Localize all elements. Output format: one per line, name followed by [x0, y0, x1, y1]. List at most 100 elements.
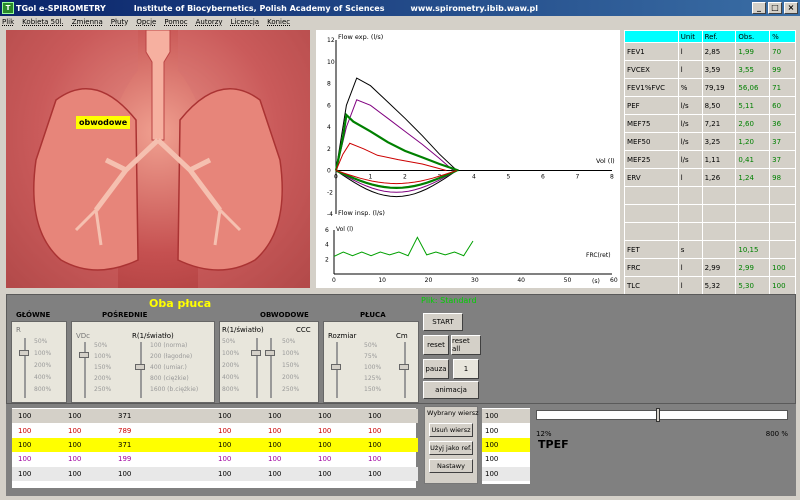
tpef-label: TPEF — [538, 438, 569, 451]
group-obwodowe: OBWODOWE R(1/światło) CCC 50% 100% 200% … — [219, 311, 319, 403]
animation-button[interactable]: animacja — [423, 381, 479, 399]
table-cell: 8,50 — [701, 96, 737, 115]
col-header-unit: Unit — [677, 30, 703, 43]
slider-cm[interactable] — [404, 342, 406, 398]
col-header-param — [624, 30, 679, 43]
slider-obw-r[interactable] — [256, 338, 258, 398]
slider-rozmiar[interactable] — [336, 342, 338, 398]
y-tick-label: 8 — [327, 81, 331, 88]
slider-knob[interactable] — [135, 364, 145, 370]
menu-licencja[interactable]: Licencja — [231, 18, 260, 26]
tick-label: 400% — [34, 374, 52, 381]
settings-button[interactable]: Nastawy — [429, 459, 473, 473]
table-cell: FEV1%FVC — [624, 78, 679, 97]
slider-label: R — [16, 326, 21, 334]
menu-zmienna[interactable]: Zmienna — [72, 18, 103, 26]
grid-cell: 100 — [68, 427, 82, 435]
y-tick-label: 2 — [327, 146, 331, 153]
slider-obw-c[interactable] — [270, 338, 272, 398]
delete-row-button[interactable]: Usuń wiersz — [429, 423, 473, 437]
slider-knob[interactable] — [79, 352, 89, 358]
side-cell[interactable]: 100 — [482, 452, 530, 466]
tgol-icon[interactable]: T — [2, 2, 14, 14]
menu-koniec[interactable]: Koniec — [267, 18, 290, 26]
table-row: TLC l 5,32 5,30 100 — [624, 276, 796, 295]
slider-r[interactable] — [24, 338, 26, 398]
maximize-button[interactable]: □ — [768, 2, 782, 14]
slider-knob[interactable] — [265, 350, 275, 356]
side-cell[interactable]: 100 — [482, 438, 530, 452]
table-row[interactable]: 100 100 100 100 100 100 100 — [12, 467, 418, 481]
table-row[interactable]: 100 100 371 100 100 100 100 — [12, 409, 418, 423]
side-cell[interactable]: 100 — [482, 424, 530, 438]
table-cell: FVCEX — [624, 60, 679, 79]
grid-cell — [162, 424, 212, 438]
grid-cell: 100 — [18, 470, 32, 478]
menu-opcje[interactable]: Opcje — [136, 18, 156, 26]
tpef-slider-thumb[interactable] — [655, 408, 660, 422]
table-row[interactable]: 100 100 199 100 100 100 100 — [12, 452, 418, 466]
grid-cell: 100 — [368, 412, 382, 420]
table-cell: 79,19 — [701, 78, 737, 97]
table-row[interactable]: 100 100 371 100 100 100 100 — [12, 438, 418, 452]
lung-illustration[interactable]: obwodowe — [6, 30, 310, 288]
menu-pluty[interactable]: Płuty — [111, 18, 129, 26]
table-cell: FRC — [624, 258, 679, 277]
table-cell: l — [677, 258, 703, 277]
slider-label: VDc — [76, 332, 91, 340]
menu-plik[interactable]: Plik — [2, 18, 14, 26]
grid-cell: 100 — [268, 412, 282, 420]
table-cell — [677, 222, 703, 241]
grid-cell: 100 — [68, 441, 82, 449]
reset-all-button[interactable]: reset all — [451, 335, 481, 355]
use-as-ref-button[interactable]: Użyj jako ref. — [429, 441, 473, 455]
table-cell: l — [677, 42, 703, 61]
table-cell: FET — [624, 240, 679, 259]
tick-label: 800% — [34, 386, 52, 393]
grid-cell: 100 — [68, 412, 82, 420]
grid-cell: 371 — [118, 412, 132, 420]
table-cell: MEF75 — [624, 114, 679, 133]
slider-ri[interactable] — [140, 342, 142, 398]
pause-button[interactable]: pauza — [423, 359, 449, 379]
slider-knob[interactable] — [331, 364, 341, 370]
close-button[interactable]: × — [784, 2, 798, 14]
control-panel: Oba płuca Plik: Standard GŁÓWNE R 50% 10… — [6, 294, 796, 404]
minimize-button[interactable]: _ — [752, 2, 766, 14]
menu-autorzy[interactable]: Autorzy — [196, 18, 223, 26]
table-row[interactable]: 100 100 789 100 100 100 100 — [12, 424, 418, 438]
table-cell — [624, 222, 679, 241]
table-cell: 1,11 — [701, 150, 737, 169]
grid-cell — [162, 452, 212, 466]
y-axis-label: Flow exp. (l/s) — [338, 33, 383, 41]
reset-button[interactable]: reset — [423, 335, 449, 355]
tick-label: 200% — [34, 362, 52, 369]
table-row: FEV1 l 2,85 1,99 70 — [624, 42, 796, 61]
side-cell[interactable]: 100 — [482, 467, 530, 481]
grid-cell: 100 — [68, 470, 82, 478]
menu-pomoc[interactable]: Pomoc — [164, 18, 187, 26]
start-button[interactable]: START — [423, 313, 463, 331]
slider-label: R(1/światło) — [222, 326, 264, 334]
group-title: GŁÓWNE — [16, 311, 51, 319]
table-cell: 10,15 — [735, 240, 771, 259]
tick-label: 800 (ciężkie) — [150, 375, 189, 382]
selected-row-panel: Wybrany wiersz Usuń wiersz Użyj jako ref… — [424, 406, 479, 484]
slider-vdc[interactable] — [84, 342, 86, 398]
y-tick-label: 10 — [327, 59, 335, 66]
grid-cell: 100 — [268, 427, 282, 435]
table-cell — [735, 204, 771, 223]
table-cell: 7,21 — [701, 114, 737, 133]
tick-label: 400% — [222, 374, 240, 381]
slider-knob[interactable] — [399, 364, 409, 370]
side-cell[interactable]: 100 — [482, 409, 530, 423]
tick-label: 50% — [364, 342, 378, 349]
menu-kobieta[interactable]: Kobieta 50l. — [22, 18, 64, 26]
group-glowne: GŁÓWNE R 50% 100% 200% 400% 800% — [11, 311, 67, 403]
slider-knob[interactable] — [19, 350, 29, 356]
step-count-field[interactable]: 1 — [453, 359, 479, 379]
tpef-slider-track[interactable] — [536, 410, 788, 420]
x-tick-label: 50 — [564, 277, 572, 284]
slider-knob[interactable] — [251, 350, 261, 356]
tick-label: 125% — [364, 375, 382, 382]
